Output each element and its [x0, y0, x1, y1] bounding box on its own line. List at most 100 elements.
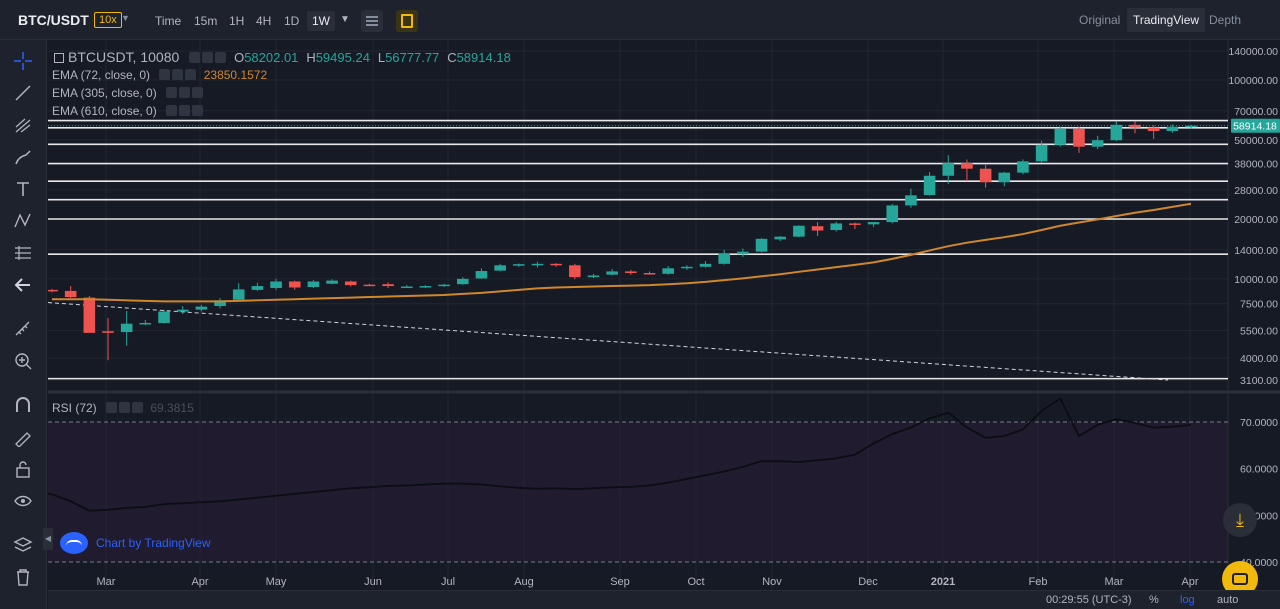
close-label: C [447, 50, 457, 65]
candle-body [867, 222, 880, 225]
view-original[interactable]: Original [1073, 8, 1126, 32]
layers-icon[interactable] [10, 532, 36, 558]
timeframe-1d[interactable]: 1D [284, 11, 299, 31]
settings-icon[interactable] [166, 105, 178, 116]
zoom-icon[interactable] [10, 348, 36, 374]
candle-body [681, 266, 693, 269]
time-tick-label: Mar [1105, 576, 1124, 588]
legend-symbol: BTCUSDT, 10080 [68, 49, 180, 65]
timeframe-15m[interactable]: 15m [194, 11, 217, 31]
candle-body [961, 163, 973, 169]
settings-icon[interactable] [159, 69, 171, 80]
candle-body [942, 163, 955, 176]
leverage-badge[interactable]: 10x [94, 12, 122, 28]
candle-body [1091, 140, 1104, 147]
hide-icon[interactable] [202, 52, 214, 63]
candle-body [158, 311, 170, 323]
hide-icon[interactable] [172, 69, 184, 80]
percent-scale-toggle[interactable]: % [1149, 594, 1159, 606]
ema1-value: 23850.1572 [203, 68, 268, 82]
log-scale-toggle[interactable]: log [1180, 594, 1195, 606]
ruler-icon[interactable] [10, 316, 36, 342]
back-arrow-icon[interactable] [10, 272, 36, 298]
time-tick-label: Dec [858, 576, 878, 588]
time-tick-label: Sep [610, 576, 630, 588]
arrow-down-icon: ⤓ [1236, 509, 1244, 530]
view-depth[interactable]: Depth [1203, 8, 1247, 32]
measure-icon[interactable] [10, 240, 36, 266]
hide-icon[interactable] [179, 87, 191, 98]
collapse-legend-icon[interactable] [54, 53, 64, 63]
crosshair-icon[interactable] [10, 48, 36, 74]
watermark-text: Chart by TradingView [96, 536, 211, 550]
pitchfork-icon[interactable] [10, 112, 36, 138]
candle-body [400, 286, 413, 289]
settings-icon[interactable] [106, 402, 118, 413]
close-icon[interactable] [215, 52, 227, 63]
pattern-icon[interactable] [10, 208, 36, 234]
candle-body [998, 172, 1011, 183]
rsi-band [48, 422, 1228, 562]
brush-icon[interactable] [10, 144, 36, 170]
scroll-to-realtime-button[interactable]: ⤓ [1223, 503, 1257, 537]
lock-icon[interactable] [10, 456, 36, 482]
time-tick-label: Oct [687, 576, 704, 588]
timeframe-4h[interactable]: 4H [256, 11, 271, 31]
symbol-title[interactable]: BTC/USDT [18, 12, 89, 28]
candle-body [793, 225, 805, 237]
trend-line-icon[interactable] [10, 80, 36, 106]
close-icon[interactable] [192, 105, 204, 116]
time-tick-label: Mar [97, 576, 116, 588]
candle-body [905, 195, 917, 206]
template-button[interactable] [396, 10, 418, 32]
hide-icon[interactable] [119, 402, 131, 413]
candle-body [587, 275, 600, 278]
ema3-legend: EMA (610, close, 0) [52, 104, 204, 118]
price-tick-label: 38000.00 [1234, 159, 1278, 171]
ema1-legend: EMA (72, close, 0) 23850.1572 [52, 68, 267, 82]
view-tradingview[interactable]: TradingView [1127, 8, 1206, 32]
hide-icon[interactable] [179, 105, 191, 116]
price-tick-label: 7500.00 [1240, 299, 1278, 311]
ema1-title: EMA (72, close, 0) [52, 68, 151, 82]
eye-icon[interactable] [10, 488, 36, 514]
chevron-down-icon[interactable]: ▼ [121, 13, 130, 23]
tradingview-watermark[interactable]: Chart by TradingView [60, 528, 211, 558]
time-tick-label: Nov [762, 576, 782, 588]
settings-icon[interactable] [189, 52, 201, 63]
candle-body [419, 286, 432, 288]
close-icon[interactable] [132, 402, 144, 413]
document-icon [401, 14, 413, 28]
lock-drawing-icon[interactable] [10, 424, 36, 450]
timeframe-1h[interactable]: 1H [229, 11, 244, 31]
timeframe-dropdown-icon[interactable]: ▼ [340, 14, 350, 25]
ohlc-legend: BTCUSDT, 10080 O58202.01 H59495.24 L5677… [54, 49, 511, 65]
close-icon[interactable] [185, 69, 197, 80]
price-tick-label: 50000.00 [1234, 135, 1278, 147]
candle-body [1147, 127, 1160, 132]
candle-body [326, 280, 338, 284]
top-bar: BTC/USDT 10x ▼ Time 15m 1H 4H 1D 1W ▼ Or… [0, 0, 1280, 40]
close-icon[interactable] [192, 87, 204, 98]
collapse-toolbar-button[interactable]: ◀ [43, 528, 53, 550]
auto-scale-toggle[interactable]: auto [1217, 594, 1238, 606]
candle-body [531, 263, 544, 266]
text-icon[interactable] [10, 176, 36, 202]
settings-icon[interactable] [166, 87, 178, 98]
indicators-button[interactable] [361, 10, 383, 32]
price-chart[interactable]: 70.000060.000050.000040.0000 140000.0010… [48, 40, 1280, 590]
time-tick-label: 2021 [931, 576, 955, 588]
magnet-icon[interactable] [10, 392, 36, 418]
price-tick-label: 3100.00 [1240, 375, 1278, 387]
timeframe-1w[interactable]: 1W [307, 11, 335, 31]
candle-body [270, 281, 282, 288]
trash-icon[interactable] [10, 564, 36, 590]
price-tick-label: 28000.00 [1234, 185, 1278, 197]
candle-body [83, 297, 96, 333]
clock-readout[interactable]: 00:29:55 (UTC-3) [1046, 594, 1132, 606]
candle-body [456, 278, 469, 285]
candle-body [1054, 128, 1067, 145]
timeframe-time[interactable]: Time [155, 11, 181, 31]
time-tick-label: Jul [441, 576, 455, 588]
time-tick-label: Feb [1029, 576, 1048, 588]
